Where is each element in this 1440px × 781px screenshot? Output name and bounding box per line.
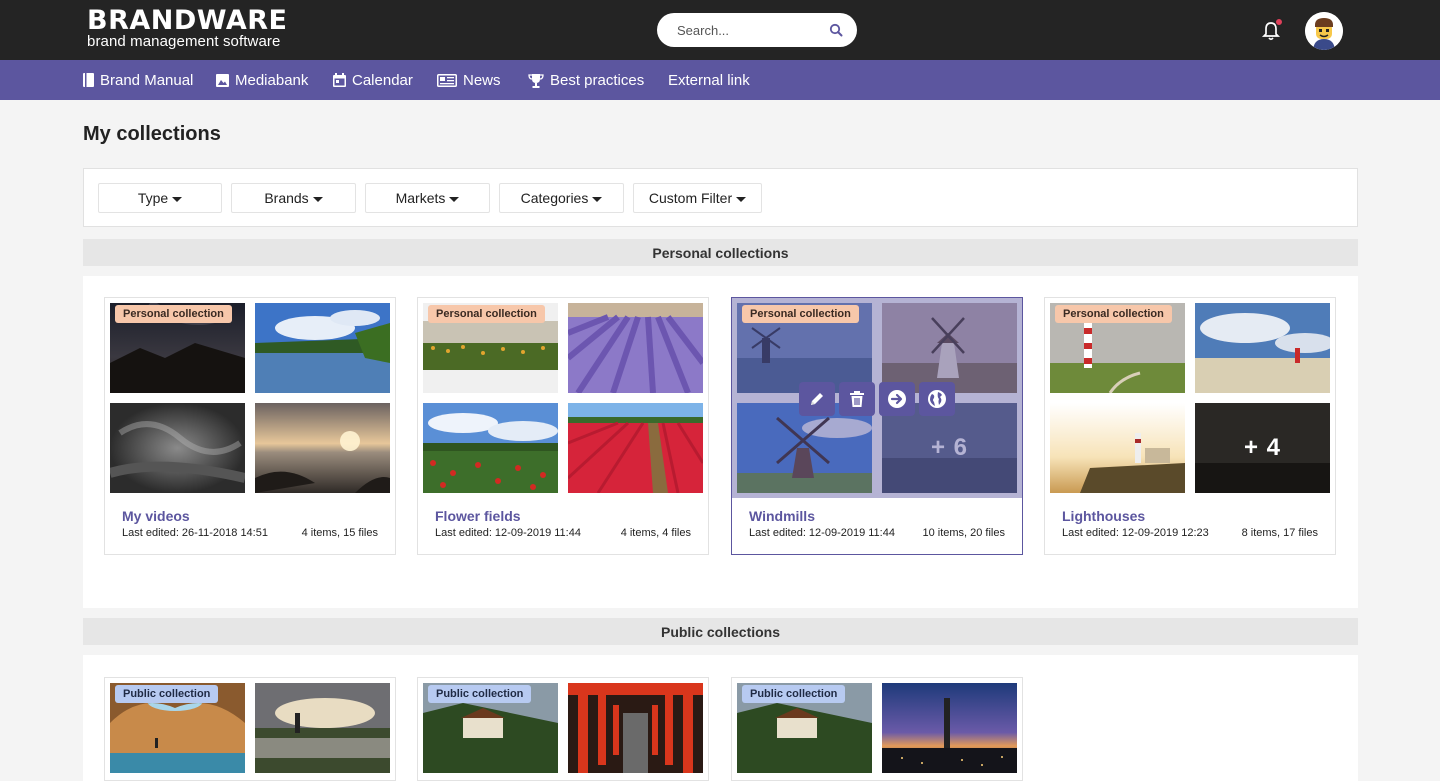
collection-last-edited: Last edited: 12-09-2019 12:23 bbox=[1062, 527, 1209, 539]
collection-last-edited: Last edited: 12-09-2019 11:44 bbox=[749, 527, 895, 539]
thumbnail-image bbox=[568, 303, 703, 393]
thumbnail-image bbox=[255, 403, 390, 493]
collection-type-badge: Personal collection bbox=[1055, 305, 1172, 323]
nav-item-external-link[interactable]: External link bbox=[668, 60, 750, 100]
nav-item-calendar[interactable]: Calendar bbox=[333, 60, 413, 100]
search-box bbox=[657, 13, 857, 47]
thumbnail-image: + 4 bbox=[1195, 403, 1330, 493]
filter-label: Brands bbox=[264, 190, 309, 206]
more-items-count[interactable]: + 4 bbox=[1195, 403, 1330, 493]
collection-title[interactable]: Windmills bbox=[749, 508, 815, 524]
card-thumbnails bbox=[418, 298, 708, 498]
trash-icon bbox=[850, 391, 864, 407]
main-nav: Brand Manual Mediabank Calendar News Bes… bbox=[0, 60, 1440, 100]
filter-type-dropdown[interactable]: Type bbox=[98, 183, 222, 213]
caret-down-icon bbox=[449, 196, 460, 202]
personal-collections-header: Personal collections bbox=[83, 239, 1358, 266]
card-thumbnails bbox=[105, 298, 395, 498]
thumbnail-image bbox=[568, 403, 703, 493]
collection-type-badge: Personal collection bbox=[428, 305, 545, 323]
brandware-logo[interactable]: BRANDWARE brand management software bbox=[87, 5, 288, 50]
filter-label: Custom Filter bbox=[648, 190, 733, 206]
nav-item-brand-manual[interactable]: Brand Manual bbox=[83, 60, 193, 100]
open-collection-button[interactable] bbox=[879, 382, 915, 416]
nav-item-best-practices[interactable]: Best practices bbox=[528, 60, 644, 100]
nav-item-label: Best practices bbox=[550, 71, 645, 89]
avatar-icon bbox=[1305, 12, 1343, 50]
search-input[interactable] bbox=[677, 21, 827, 39]
thumbnail-image bbox=[110, 403, 245, 493]
caret-down-icon bbox=[312, 196, 323, 202]
nav-item-news[interactable]: News bbox=[437, 60, 501, 100]
caret-down-icon bbox=[592, 196, 603, 202]
collection-item-count: 4 items, 4 files bbox=[620, 527, 691, 539]
book-icon bbox=[83, 73, 94, 87]
collection-type-badge: Personal collection bbox=[115, 305, 232, 323]
collection-card-lighthouses[interactable]: + 4 Personal collection Lighthouses Last… bbox=[1044, 297, 1336, 555]
trophy-icon bbox=[528, 73, 544, 88]
thumbnail-image bbox=[423, 403, 558, 493]
card-thumbnails: + 4 bbox=[1045, 298, 1335, 498]
collection-title[interactable]: Flower fields bbox=[435, 508, 521, 524]
user-avatar[interactable] bbox=[1305, 12, 1343, 50]
filter-label: Type bbox=[137, 190, 169, 206]
filter-label: Markets bbox=[395, 190, 446, 206]
collection-card-flower-fields[interactable]: Personal collection Flower fields Last e… bbox=[417, 297, 709, 555]
arrow-right-circle-icon bbox=[888, 390, 906, 408]
nav-item-mediabank[interactable]: Mediabank bbox=[216, 60, 308, 100]
edit-button[interactable] bbox=[799, 382, 835, 416]
collection-item-count: 8 items, 17 files bbox=[1241, 527, 1318, 539]
image-icon bbox=[216, 73, 229, 87]
thumbnail-image bbox=[255, 683, 390, 773]
filter-categories-dropdown[interactable]: Categories bbox=[499, 183, 624, 213]
collection-type-badge: Public collection bbox=[428, 685, 532, 703]
public-collections-header: Public collections bbox=[83, 618, 1358, 645]
collection-last-edited: Last edited: 26-11-2018 14:51 bbox=[122, 527, 268, 539]
collection-card-public[interactable]: Public collection bbox=[417, 677, 709, 781]
share-public-button[interactable] bbox=[919, 382, 955, 416]
thumbnail-image bbox=[882, 683, 1017, 773]
nav-item-label: Mediabank bbox=[235, 71, 309, 89]
globe-icon bbox=[928, 390, 946, 408]
collection-card-windmills[interactable]: + 6 Personal collection Windmills Last e… bbox=[731, 297, 1023, 555]
collection-card-public[interactable]: Public collection bbox=[104, 677, 396, 781]
pencil-icon bbox=[811, 393, 823, 405]
thumbnail-image bbox=[255, 303, 390, 393]
nav-item-label: External link bbox=[668, 71, 750, 89]
delete-button[interactable] bbox=[839, 382, 875, 416]
thumbnail-image bbox=[1195, 303, 1330, 393]
collection-type-badge: Personal collection bbox=[742, 305, 859, 323]
caret-down-icon bbox=[172, 196, 183, 202]
thumbnail-image bbox=[1050, 403, 1185, 493]
filter-label: Categories bbox=[520, 190, 589, 206]
collection-type-badge: Public collection bbox=[115, 685, 219, 703]
nav-item-label: News bbox=[463, 71, 501, 89]
collection-last-edited: Last edited: 12-09-2019 11:44 bbox=[435, 527, 581, 539]
newspaper-icon bbox=[437, 73, 457, 87]
filter-brands-dropdown[interactable]: Brands bbox=[231, 183, 356, 213]
notification-dot bbox=[1275, 18, 1283, 26]
top-bar: BRANDWARE brand management software bbox=[0, 0, 1440, 60]
nav-item-label: Brand Manual bbox=[100, 71, 194, 89]
filter-panel: Type Brands Markets Categories Custom Fi… bbox=[83, 168, 1358, 227]
collection-card-public[interactable]: Public collection bbox=[731, 677, 1023, 781]
thumbnail-image bbox=[568, 683, 703, 773]
filter-custom-dropdown[interactable]: Custom Filter bbox=[633, 183, 762, 213]
logo-sub-text: brand management software bbox=[87, 33, 281, 50]
logo-main-text: BRANDWARE bbox=[87, 5, 288, 36]
filter-markets-dropdown[interactable]: Markets bbox=[365, 183, 490, 213]
collection-title[interactable]: My videos bbox=[122, 508, 190, 524]
nav-item-label: Calendar bbox=[352, 71, 413, 89]
collection-item-count: 4 items, 15 files bbox=[301, 527, 378, 539]
card-hover-overlay bbox=[732, 298, 1022, 498]
collection-title[interactable]: Lighthouses bbox=[1062, 508, 1145, 524]
caret-down-icon bbox=[736, 196, 747, 202]
collection-card-my-videos[interactable]: Personal collection My videos Last edite… bbox=[104, 297, 396, 555]
collection-item-count: 10 items, 20 files bbox=[922, 527, 1005, 539]
collection-type-badge: Public collection bbox=[742, 685, 846, 703]
search-icon[interactable] bbox=[829, 23, 843, 37]
calendar-icon bbox=[333, 73, 346, 87]
page-title: My collections bbox=[83, 123, 221, 145]
